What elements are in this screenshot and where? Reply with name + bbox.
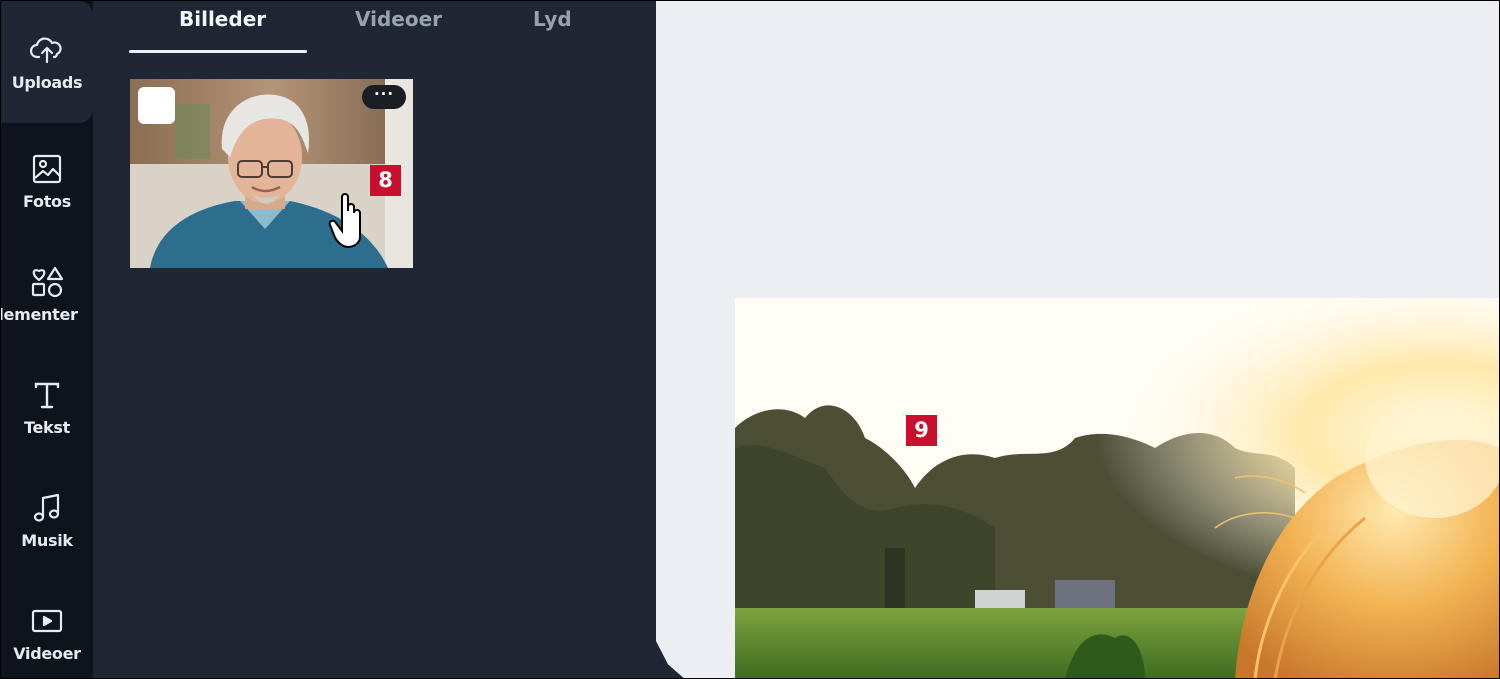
text-icon — [30, 378, 64, 412]
rail-label: lementer — [0, 305, 78, 324]
rail-label: Tekst — [24, 418, 70, 437]
rail-item-tekst[interactable]: Tekst — [1, 351, 93, 464]
shapes-icon — [30, 265, 64, 299]
select-checkbox[interactable] — [138, 87, 175, 124]
rail-item-fotos[interactable]: Fotos — [1, 125, 93, 238]
rail-item-uploads[interactable]: Uploads — [1, 1, 93, 123]
rail-item-musik[interactable]: Musik — [1, 464, 93, 577]
image-icon — [30, 152, 64, 186]
rail-item-videoer[interactable]: Videoer — [1, 577, 93, 678]
tab-lyd[interactable]: Lyd — [533, 7, 572, 31]
rail-label: Videoer — [13, 644, 81, 663]
video-icon — [30, 604, 64, 638]
design-background-photo — [735, 298, 1499, 678]
rail-label: Uploads — [11, 72, 83, 92]
editor-window: Uploads Fotos lementer Tekst Musik Video… — [0, 0, 1500, 679]
uploaded-image-thumbnail[interactable]: ··· 8 — [130, 79, 413, 268]
step-badge-9: 9 — [906, 415, 937, 446]
media-tabs: Billeder Videoer Lyd — [129, 1, 649, 55]
tab-billeder[interactable]: Billeder — [179, 7, 266, 31]
rail-item-elementer[interactable]: lementer — [1, 238, 93, 351]
rail-label: Musik — [21, 531, 73, 550]
cloud-upload-icon — [30, 33, 64, 67]
step-badge-8: 8 — [370, 165, 401, 196]
rail-label: Fotos — [23, 192, 71, 211]
side-rail: Uploads Fotos lementer Tekst Musik Video… — [1, 1, 93, 678]
music-note-icon — [30, 491, 64, 525]
uploads-panel: Billeder Videoer Lyd ··· 8 — [93, 1, 656, 678]
more-options-button[interactable]: ··· — [362, 85, 406, 109]
active-tab-indicator — [129, 50, 307, 53]
tab-videoer[interactable]: Videoer — [355, 7, 442, 31]
design-page[interactable]: 9 — [735, 298, 1499, 678]
